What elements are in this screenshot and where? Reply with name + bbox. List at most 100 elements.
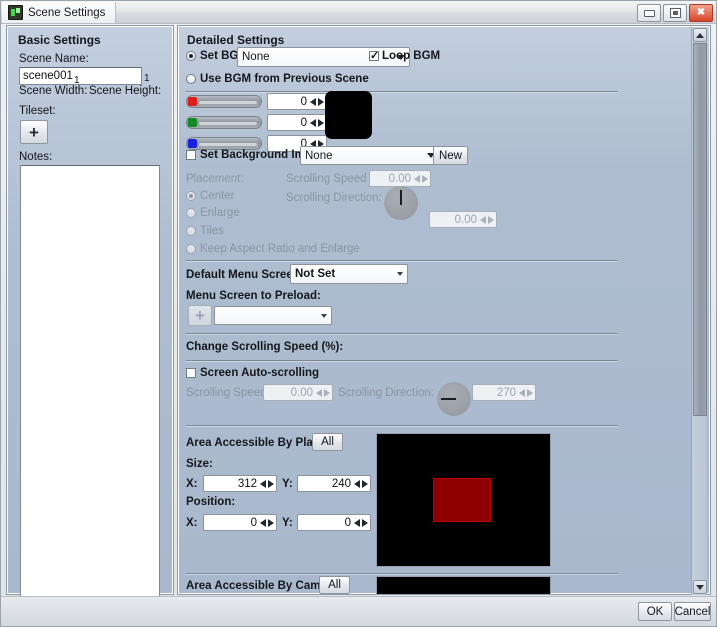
scene-settings-window: Scene Settings ✖ Basic Settings Scene Na… <box>0 0 717 627</box>
bg-scroll-dir-increment-icon[interactable] <box>488 216 494 224</box>
chevron-down-icon <box>397 272 403 276</box>
bgm-color-swatch[interactable] <box>325 91 372 139</box>
bg-scroll-speed-decrement-icon[interactable] <box>414 175 420 183</box>
bg-scroll-direction-dial[interactable] <box>384 186 418 220</box>
auto-scroll-speed-increment-icon[interactable] <box>324 389 330 397</box>
placement-option-keep-aspect[interactable]: Keep Aspect Ratio and Enlarge <box>186 243 360 255</box>
use-prev-bgm-row[interactable]: Use BGM from Previous Scene <box>186 73 369 85</box>
detail-scrollbar[interactable] <box>691 27 707 595</box>
scrollbar-down-button[interactable] <box>693 580 707 594</box>
loop-bgm-checkbox[interactable] <box>369 51 379 61</box>
red-decrement-icon[interactable] <box>310 98 316 106</box>
close-button[interactable]: ✖ <box>689 4 713 22</box>
minimize-button[interactable] <box>637 4 661 22</box>
green-increment-icon[interactable] <box>318 119 324 127</box>
scene-name-label: Scene Name: <box>19 53 89 65</box>
green-decrement-icon[interactable] <box>310 119 316 127</box>
camera-area-all-button[interactable]: All <box>319 576 350 594</box>
position-x-spinner[interactable]: 0 <box>203 514 277 531</box>
auto-scroll-row[interactable]: Screen Auto-scrolling <box>186 367 319 379</box>
size-y-decrement-icon[interactable] <box>354 480 360 488</box>
size-y-spinner[interactable]: 240 <box>297 475 371 492</box>
auto-scroll-dir-decrement-icon[interactable] <box>519 389 525 397</box>
red-slider-track <box>199 101 257 104</box>
auto-scroll-checkbox[interactable] <box>186 368 196 378</box>
red-slider[interactable] <box>186 95 262 108</box>
pos-y-value: 0 <box>302 517 354 529</box>
notes-label: Notes: <box>19 151 52 163</box>
window-title-tab[interactable]: Scene Settings <box>2 2 116 23</box>
green-slider-knob[interactable] <box>188 118 197 127</box>
pos-y-decrement-icon[interactable] <box>354 519 360 527</box>
scene-name-input[interactable]: scene001 <box>19 67 142 85</box>
green-slider[interactable] <box>186 116 262 129</box>
default-menu-value: Not Set <box>295 268 397 280</box>
auto-dial-needle <box>441 398 456 400</box>
auto-scroll-dir-increment-icon[interactable] <box>527 389 533 397</box>
auto-scroll-dir-value: 270 <box>477 387 519 399</box>
preload-menu-combo[interactable] <box>214 306 332 325</box>
placement-tiles-label: Tiles <box>200 225 224 237</box>
red-slider-knob[interactable] <box>188 97 197 106</box>
position-y-spinner[interactable]: 0 <box>297 514 371 531</box>
size-x-decrement-icon[interactable] <box>260 480 266 488</box>
loop-bgm-row[interactable]: Loop BGM <box>369 50 440 62</box>
camera-area-label: Area Accessible By Camera <box>186 580 338 592</box>
set-bg-image-checkbox[interactable] <box>186 150 196 160</box>
red-spinner[interactable]: 0 <box>267 93 327 110</box>
player-area-all-button[interactable]: All <box>312 433 343 451</box>
close-icon: ✖ <box>697 8 705 18</box>
size-x-spinner[interactable]: 312 <box>203 475 277 492</box>
default-menu-combo[interactable]: Not Set <box>290 264 408 284</box>
player-area-preview[interactable] <box>376 433 551 567</box>
default-menu-label: Default Menu Screen: <box>186 269 304 281</box>
scene-height-label: Scene Height: <box>89 85 161 97</box>
pos-x-increment-icon[interactable] <box>268 519 274 527</box>
scene-settings-icon <box>8 5 23 20</box>
bg-scroll-dir-decrement-icon[interactable] <box>480 216 486 224</box>
bg-scroll-dir-value: 0.00 <box>434 214 480 226</box>
auto-scroll-speed-decrement-icon[interactable] <box>316 389 322 397</box>
detailed-settings-panel: Detailed Settings Set BGM None Loop BGM … <box>178 26 710 594</box>
preload-add-button[interactable]: + <box>188 305 212 326</box>
cancel-button[interactable]: Cancel <box>674 602 711 621</box>
placement-center-radio[interactable] <box>186 191 196 201</box>
tileset-add-button[interactable]: + <box>20 120 48 144</box>
size-y-increment-icon[interactable] <box>362 480 368 488</box>
camera-area-preview[interactable] <box>376 576 551 595</box>
divider-placement <box>186 260 618 262</box>
bg-dial-needle <box>400 190 402 205</box>
blue-slider-knob[interactable] <box>188 139 197 148</box>
notes-textarea[interactable] <box>20 165 160 608</box>
ok-button[interactable]: OK <box>638 602 672 621</box>
size-x-increment-icon[interactable] <box>268 480 274 488</box>
set-bgm-radio[interactable] <box>186 51 196 61</box>
pos-y-increment-icon[interactable] <box>362 519 368 527</box>
chevron-down-icon <box>321 314 327 318</box>
bg-image-combo[interactable]: None <box>300 146 440 165</box>
maximize-button[interactable] <box>663 4 687 22</box>
preload-menu-label: Menu Screen to Preload: <box>186 290 321 302</box>
placement-option-center[interactable]: Center <box>186 190 235 202</box>
bg-scroll-speed-increment-icon[interactable] <box>422 175 428 183</box>
placement-option-enlarge[interactable]: Enlarge <box>186 207 240 219</box>
auto-scroll-dir-spinner[interactable]: 270 <box>472 384 536 401</box>
bg-scroll-speed-spinner[interactable]: 0.00 <box>369 170 431 187</box>
placement-option-tiles[interactable]: Tiles <box>186 225 224 237</box>
basic-settings-panel: Basic Settings Scene Name: scene001 1 1 … <box>7 26 173 594</box>
scrollbar-thumb[interactable] <box>693 43 707 416</box>
placement-tiles-radio[interactable] <box>186 226 196 236</box>
use-prev-bgm-radio[interactable] <box>186 74 196 84</box>
placement-enlarge-radio[interactable] <box>186 208 196 218</box>
bg-scroll-dir-label: Scrolling Direction: <box>286 192 382 204</box>
auto-scroll-direction-dial[interactable] <box>437 382 471 416</box>
scrollbar-up-button[interactable] <box>693 28 707 42</box>
red-increment-icon[interactable] <box>318 98 324 106</box>
green-spinner[interactable]: 0 <box>267 114 327 131</box>
placement-keep-aspect-radio[interactable] <box>186 244 196 254</box>
pos-x-decrement-icon[interactable] <box>260 519 266 527</box>
player-area-rect[interactable] <box>433 478 491 522</box>
new-background-button[interactable]: New <box>433 146 468 165</box>
bg-scroll-dir-spinner[interactable]: 0.00 <box>429 211 497 228</box>
auto-scroll-speed-spinner[interactable]: 0.00 <box>263 384 333 401</box>
